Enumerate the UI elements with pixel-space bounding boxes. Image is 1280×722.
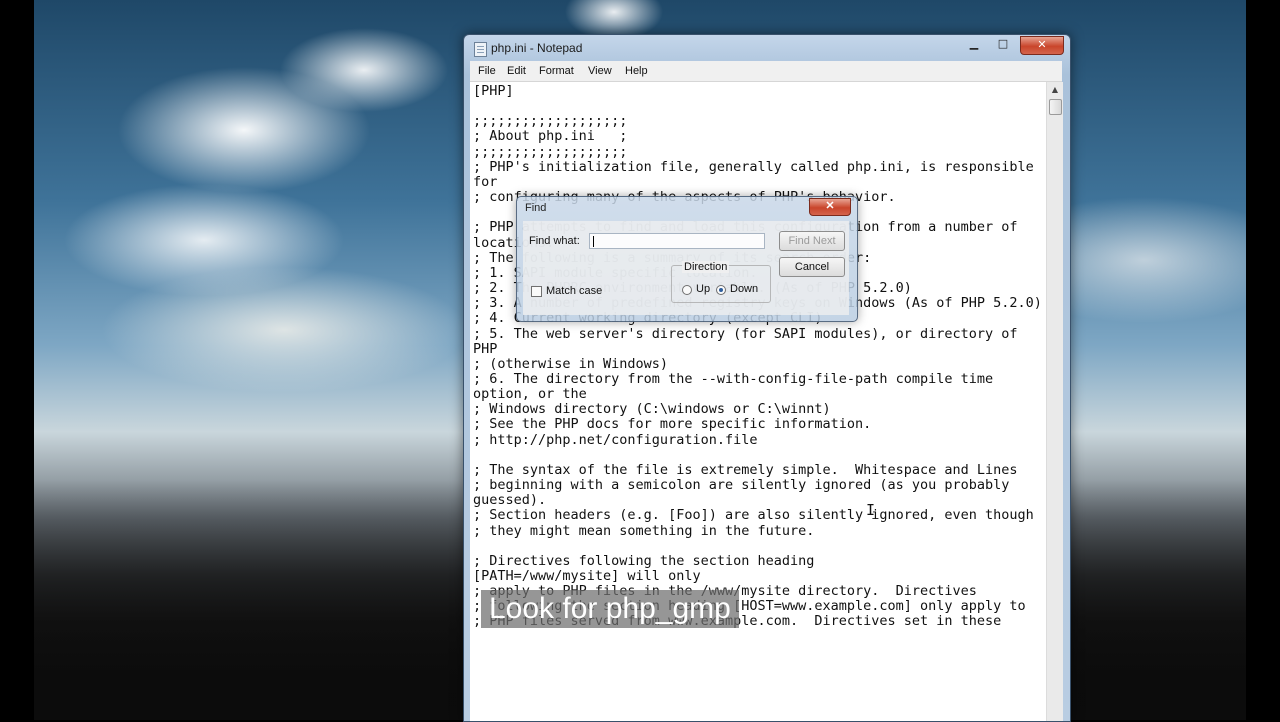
menu-help[interactable]: Help: [625, 65, 648, 77]
cancel-button[interactable]: Cancel: [779, 257, 845, 277]
up-radio[interactable]: [682, 285, 692, 295]
text-caret: [593, 236, 594, 247]
video-caption: Look for php_gmp: [481, 590, 739, 628]
editor-content[interactable]: [PHP] ;;;;;;;;;;;;;;;;;;; ; About php.in…: [470, 82, 1046, 632]
menu-edit[interactable]: Edit: [507, 65, 526, 77]
scroll-thumb[interactable]: [1049, 99, 1062, 115]
scroll-up-arrow-icon[interactable]: ▲: [1047, 82, 1063, 98]
title-bar[interactable]: php.ini - Notepad ▁ □ ✕: [464, 35, 1070, 61]
menu-bar: File Edit Format View Help: [470, 61, 1062, 82]
close-button[interactable]: ✕: [1020, 36, 1064, 55]
direction-label: Direction: [682, 261, 730, 273]
up-label: Up: [696, 283, 711, 295]
find-dialog-title: Find: [525, 202, 547, 214]
find-next-button[interactable]: Find Next: [779, 231, 845, 251]
match-case-checkbox[interactable]: [531, 286, 542, 297]
window-title: php.ini - Notepad: [491, 41, 583, 55]
down-label: Down: [730, 283, 759, 295]
find-what-input[interactable]: [589, 233, 765, 249]
down-radio[interactable]: [716, 285, 726, 295]
find-dialog[interactable]: Find ✕ Find what: Find Next Cancel Direc…: [516, 196, 858, 322]
direction-group: Direction Up Down: [671, 261, 771, 303]
menu-view[interactable]: View: [588, 65, 612, 77]
menu-file[interactable]: File: [478, 65, 496, 77]
find-dialog-close-button[interactable]: ✕: [809, 198, 851, 216]
vertical-scrollbar[interactable]: ▲: [1046, 82, 1063, 721]
notepad-icon: [474, 42, 487, 57]
match-case-label: Match case: [546, 285, 603, 297]
menu-format[interactable]: Format: [539, 65, 574, 77]
maximize-button[interactable]: □: [990, 36, 1016, 53]
text-cursor-icon: I: [866, 501, 876, 519]
find-what-label: Find what:: [529, 235, 580, 247]
minimize-button[interactable]: ▁: [961, 36, 987, 53]
find-dialog-body: Find what: Find Next Cancel Direction Up…: [523, 221, 849, 315]
